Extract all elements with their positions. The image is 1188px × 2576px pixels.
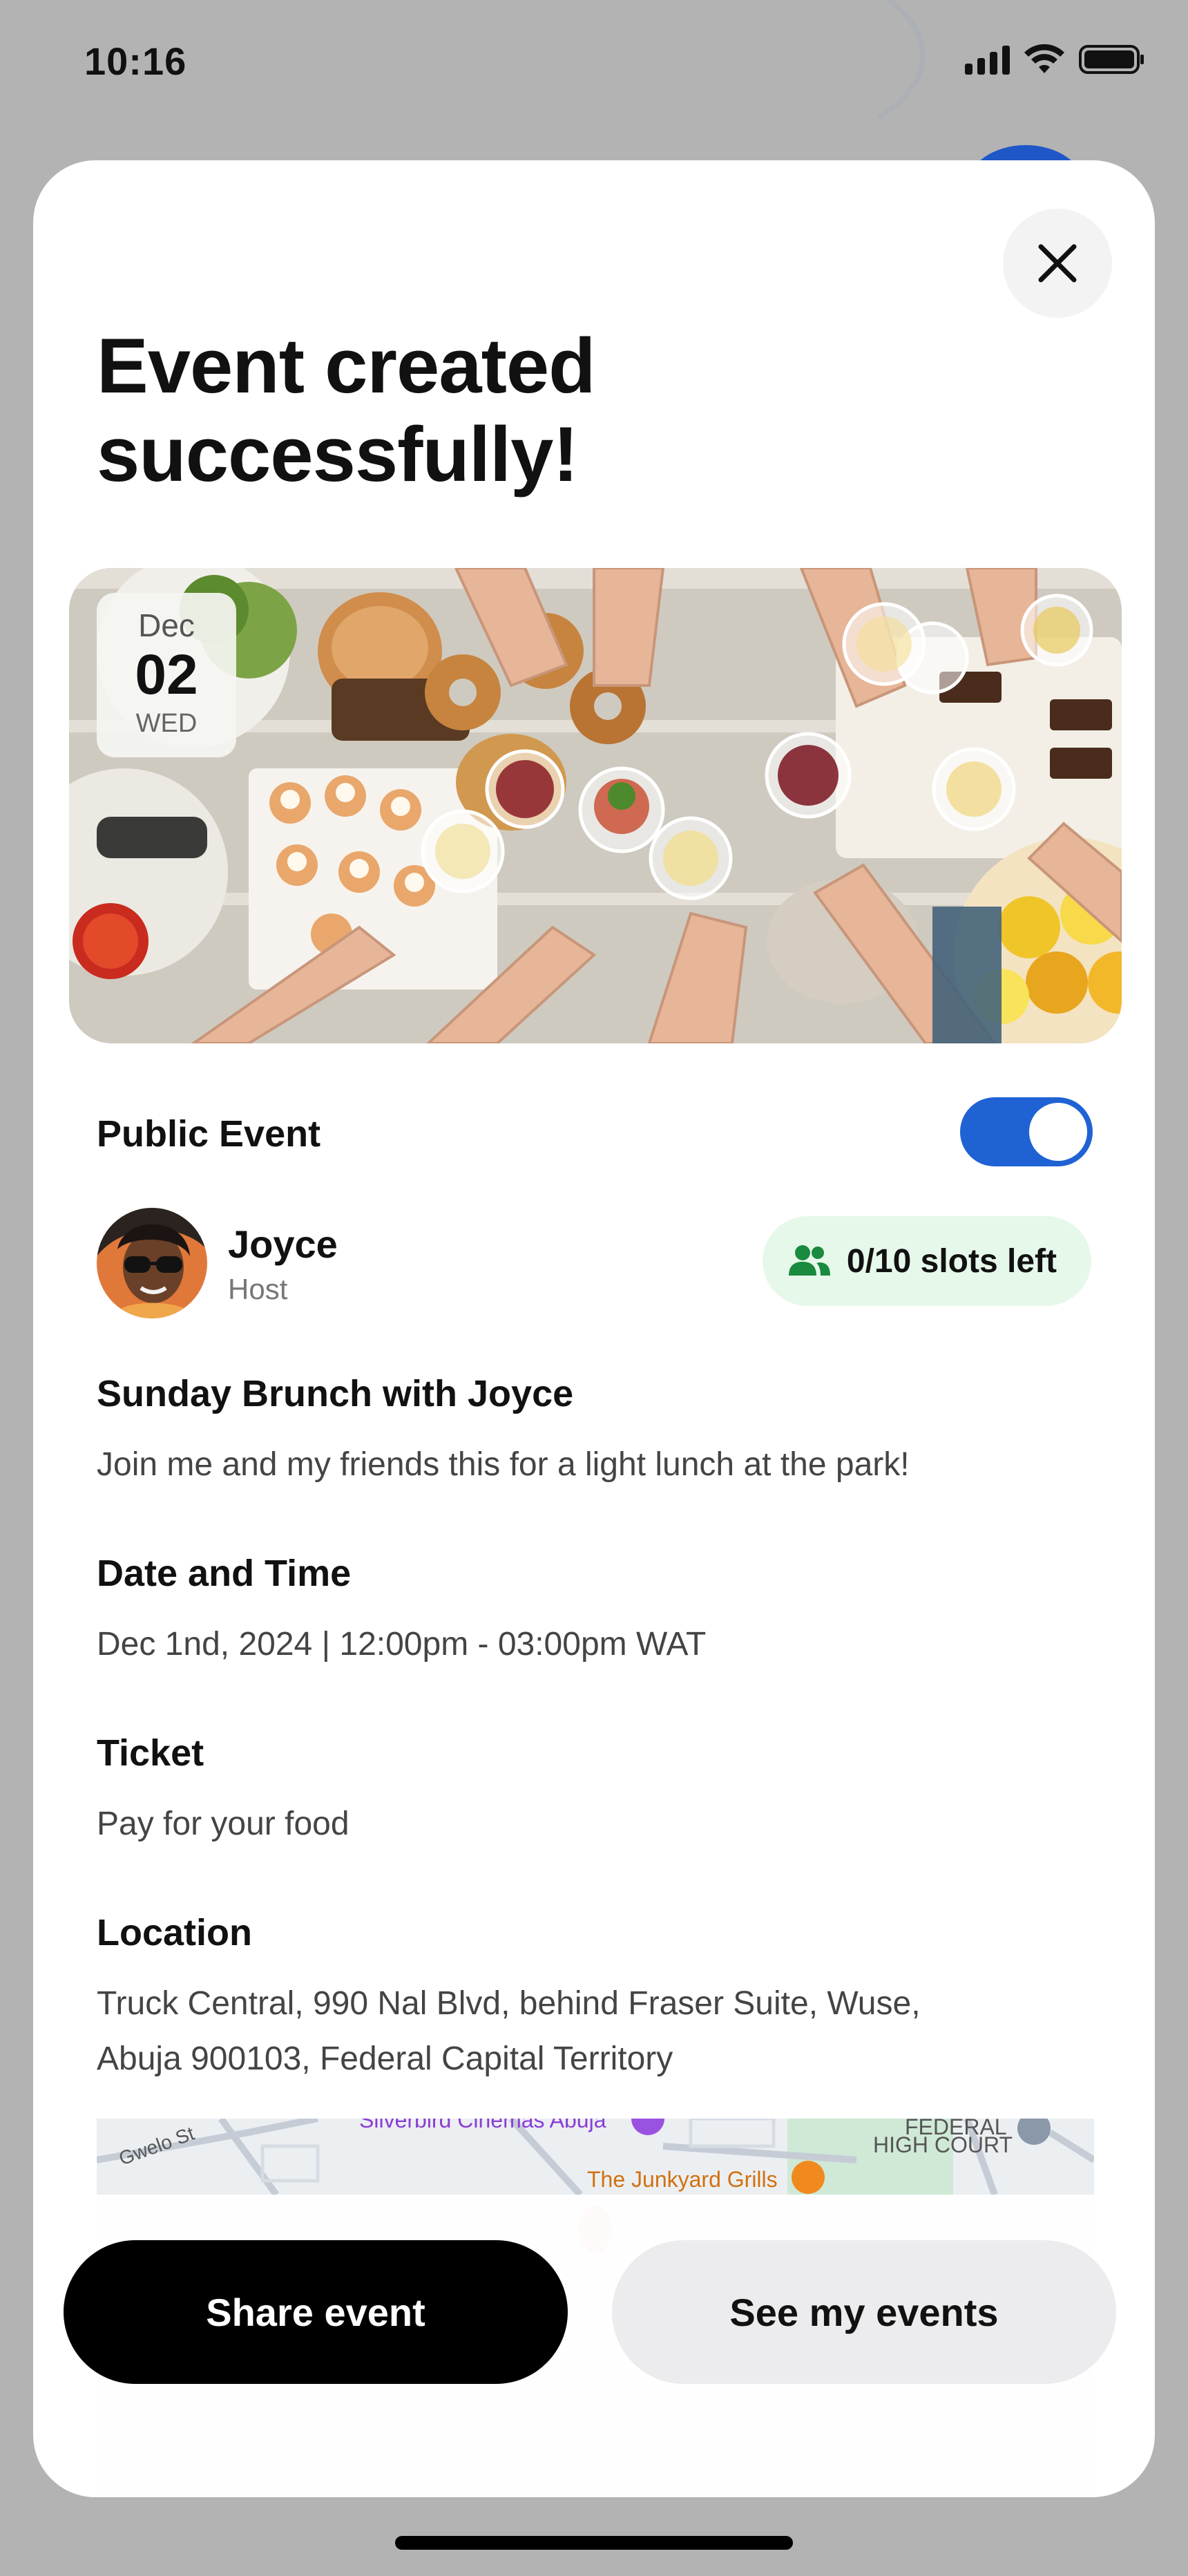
date-month: Dec [138, 607, 195, 643]
event-title: Sunday Brunch with Joyce [97, 1373, 574, 1414]
ticket-value: Pay for your food [97, 1806, 349, 1842]
location-line-1: Truck Central, 990 Nal Blvd, behind Fras… [97, 1985, 921, 2022]
battery-icon [1079, 45, 1144, 74]
event-created-sheet: Event created successfully! Dec 02 WED P… [33, 160, 1155, 2497]
status-bar: 10:16 [0, 0, 1188, 131]
location-address: Truck Central, 990 Nal Blvd, behind Fras… [97, 1976, 1091, 2087]
cellular-signal-icon [965, 44, 1010, 75]
title-line-2: successfully! [97, 411, 579, 498]
host-role: Host [228, 1273, 288, 1305]
home-indicator [395, 2536, 793, 2550]
close-icon [1038, 244, 1077, 283]
screen: 10:16 Event created successfully! Dec 02… [0, 0, 1188, 2576]
public-event-label: Public Event [97, 1113, 321, 1155]
public-event-toggle[interactable] [960, 1097, 1093, 1166]
date-day: 02 [135, 643, 198, 706]
map-label: The Junkyard Grills [587, 2167, 778, 2192]
ticket-heading: Ticket [97, 1732, 204, 1774]
date-weekday: WED [135, 709, 198, 738]
map-label: Silverbird Cinemas Abuja [359, 2119, 606, 2132]
date-time-value: Dec 1nd, 2024 | 12:00pm - 03:00pm WAT [97, 1626, 707, 1663]
host-row: Joyce Host 0/10 slots left [97, 1208, 1091, 1318]
see-my-events-button[interactable]: See my events [612, 2240, 1116, 2384]
status-icons [965, 44, 1145, 75]
event-date-badge: Dec 02 WED [97, 593, 236, 757]
share-event-button[interactable]: Share event [64, 2240, 568, 2384]
host-name: Joyce [228, 1222, 338, 1266]
event-cover-image: Dec 02 WED [69, 568, 1122, 1043]
wifi-icon [1024, 44, 1064, 73]
slots-badge: 0/10 slots left [762, 1216, 1091, 1306]
event-description: Join me and my friends this for a light … [97, 1446, 910, 1483]
location-heading: Location [97, 1912, 252, 1953]
toggle-knob [1029, 1103, 1087, 1161]
status-time: 10:16 [84, 39, 187, 83]
location-line-2: Abuja 900103, Federal Capital Territory [97, 2040, 673, 2077]
map-label: HIGH COURT [873, 2132, 1013, 2157]
people-icon [788, 1245, 830, 1276]
close-button[interactable] [1003, 209, 1112, 318]
title-line-1: Event created [97, 323, 596, 409]
slots-text: 0/10 slots left [846, 1242, 1057, 1280]
date-time-heading: Date and Time [97, 1553, 352, 1594]
page-title: Event created successfully! [97, 322, 856, 499]
host-avatar [97, 1208, 207, 1318]
